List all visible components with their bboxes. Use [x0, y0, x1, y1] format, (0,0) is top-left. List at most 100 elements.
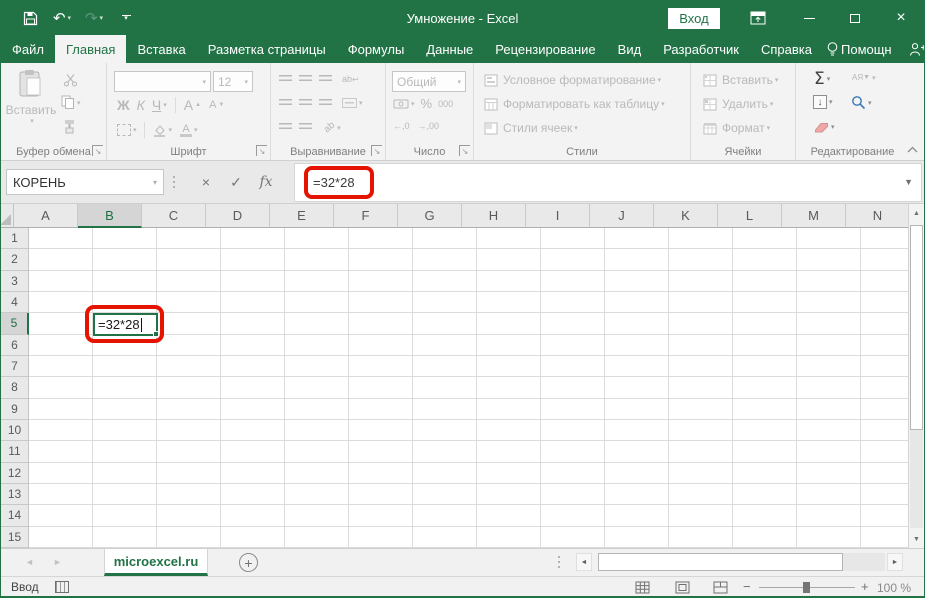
row-header-1[interactable]: 1	[1, 228, 29, 249]
cut-button[interactable]	[63, 73, 78, 87]
tab-Рецензирование[interactable]: Рецензирование	[484, 35, 606, 63]
cell-H10[interactable]	[477, 420, 541, 441]
column-header-A[interactable]: A	[14, 204, 78, 228]
column-header-K[interactable]: K	[654, 204, 718, 228]
cell-J15[interactable]	[605, 527, 669, 548]
cell-H1[interactable]	[477, 228, 541, 249]
cell-A1[interactable]	[29, 228, 93, 249]
cell-L2[interactable]	[733, 249, 797, 270]
row-header-12[interactable]: 12	[1, 463, 29, 484]
cell-G2[interactable]	[413, 249, 477, 270]
cell-N4[interactable]	[861, 292, 910, 313]
cell-G10[interactable]	[413, 420, 477, 441]
next-sheet-button[interactable]: ►	[53, 557, 62, 567]
cell-B2[interactable]	[93, 249, 157, 270]
align-left-icon[interactable]	[279, 99, 292, 108]
column-header-J[interactable]: J	[590, 204, 654, 228]
find-select-button[interactable]: ▾	[851, 95, 872, 110]
cell-D10[interactable]	[221, 420, 285, 441]
bold-button[interactable]: Ж	[117, 97, 130, 113]
cell-J5[interactable]	[605, 313, 669, 334]
tab-Вид[interactable]: Вид	[607, 35, 653, 63]
percent-button[interactable]: %	[421, 96, 433, 111]
cell-L3[interactable]	[733, 271, 797, 292]
cell-M11[interactable]	[797, 441, 861, 462]
cell-J9[interactable]	[605, 399, 669, 420]
cell-G9[interactable]	[413, 399, 477, 420]
cell-K9[interactable]	[669, 399, 733, 420]
cell-D15[interactable]	[221, 527, 285, 548]
cell-B10[interactable]	[93, 420, 157, 441]
column-header-I[interactable]: I	[526, 204, 590, 228]
grow-font-button[interactable]: А	[184, 97, 193, 113]
cell-H14[interactable]	[477, 505, 541, 526]
column-header-B[interactable]: B	[78, 204, 142, 228]
cell-styles-button[interactable]: Стили ячеек ▾	[484, 121, 578, 135]
column-header-M[interactable]: M	[782, 204, 846, 228]
column-header-C[interactable]: C	[142, 204, 206, 228]
zoom-slider-thumb[interactable]	[803, 582, 810, 593]
row-header-9[interactable]: 9	[1, 399, 29, 420]
cell-M2[interactable]	[797, 249, 861, 270]
cell-A15[interactable]	[29, 527, 93, 548]
cell-H5[interactable]	[477, 313, 541, 334]
cell-G8[interactable]	[413, 377, 477, 398]
cell-A11[interactable]	[29, 441, 93, 462]
borders-icon[interactable]	[117, 124, 131, 136]
font-color-button[interactable]: А	[180, 124, 192, 137]
cell-C8[interactable]	[157, 377, 221, 398]
tab-Формулы[interactable]: Формулы	[337, 35, 416, 63]
row-header-13[interactable]: 13	[1, 484, 29, 505]
cell-J11[interactable]	[605, 441, 669, 462]
cell-L5[interactable]	[733, 313, 797, 334]
orientation-icon[interactable]: ab	[322, 120, 338, 136]
cell-F5[interactable]	[349, 313, 413, 334]
row-header-14[interactable]: 14	[1, 505, 29, 526]
row-header-10[interactable]: 10	[1, 420, 29, 441]
cell-M14[interactable]	[797, 505, 861, 526]
ribbon-display-options-button[interactable]	[745, 1, 771, 35]
horizontal-scrollbar[interactable]: ◄ ►	[576, 552, 908, 573]
cell-N14[interactable]	[861, 505, 910, 526]
cell-I9[interactable]	[541, 399, 605, 420]
formula-input[interactable]: =32*28 ▼	[294, 163, 922, 202]
column-header-H[interactable]: H	[462, 204, 526, 228]
cell-K8[interactable]	[669, 377, 733, 398]
cell-C7[interactable]	[157, 356, 221, 377]
zoom-out-button[interactable]: −	[743, 579, 751, 594]
column-header-F[interactable]: F	[334, 204, 398, 228]
cell-M1[interactable]	[797, 228, 861, 249]
cell-E7[interactable]	[285, 356, 349, 377]
cell-H6[interactable]	[477, 335, 541, 356]
cell-I12[interactable]	[541, 463, 605, 484]
cell-D12[interactable]	[221, 463, 285, 484]
clipboard-dialog-launcher[interactable]: ↘	[92, 145, 103, 156]
cell-K5[interactable]	[669, 313, 733, 334]
cell-F2[interactable]	[349, 249, 413, 270]
horizontal-scroll-thumb[interactable]	[598, 553, 843, 571]
cell-B9[interactable]	[93, 399, 157, 420]
row-header-7[interactable]: 7	[1, 356, 29, 377]
cell-L10[interactable]	[733, 420, 797, 441]
cell-H8[interactable]	[477, 377, 541, 398]
cell-G1[interactable]	[413, 228, 477, 249]
cell-D4[interactable]	[221, 292, 285, 313]
cell-K3[interactable]	[669, 271, 733, 292]
cell-E6[interactable]	[285, 335, 349, 356]
undo-button[interactable]: ↶▾	[47, 1, 77, 35]
wrap-text-button[interactable]: ab	[342, 74, 352, 84]
cell-F10[interactable]	[349, 420, 413, 441]
merge-center-icon[interactable]	[342, 98, 357, 108]
font-name-select[interactable]: ▾	[114, 71, 211, 92]
font-dialog-launcher[interactable]: ↘	[256, 145, 267, 156]
cell-G15[interactable]	[413, 527, 477, 548]
cell-B8[interactable]	[93, 377, 157, 398]
cell-E11[interactable]	[285, 441, 349, 462]
cell-L15[interactable]	[733, 527, 797, 548]
cell-N5[interactable]	[861, 313, 910, 334]
increase-indent-icon[interactable]	[299, 123, 312, 132]
cell-C3[interactable]	[157, 271, 221, 292]
cell-N8[interactable]	[861, 377, 910, 398]
cell-I8[interactable]	[541, 377, 605, 398]
insert-cells-button[interactable]: Вставить ▾	[703, 73, 778, 87]
